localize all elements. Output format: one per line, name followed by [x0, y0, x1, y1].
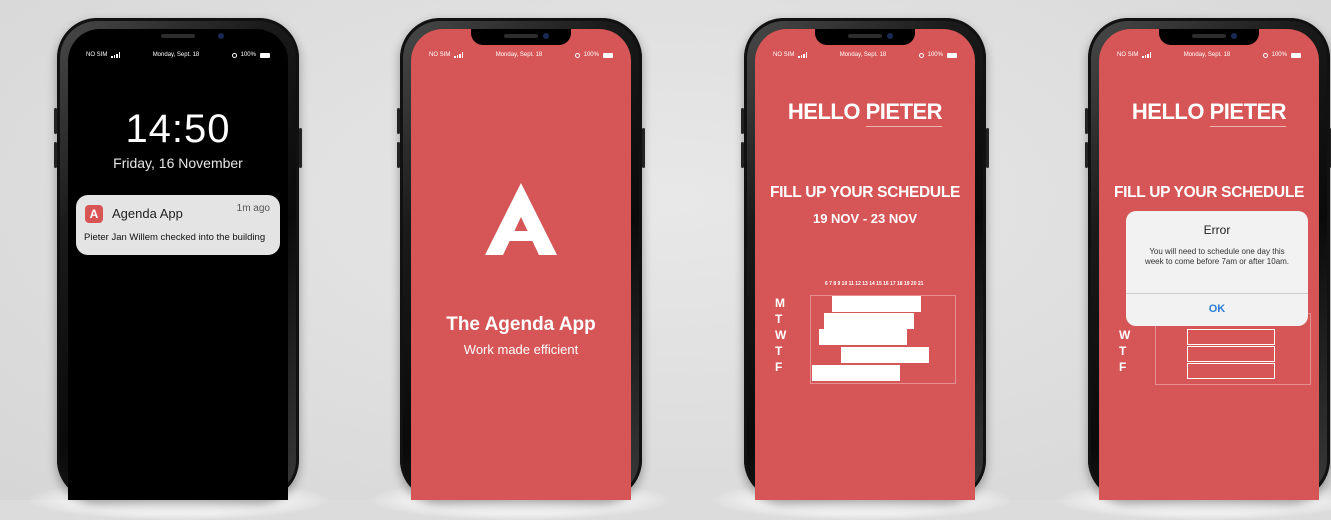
battery-label: 100%	[1271, 52, 1287, 58]
camera	[218, 33, 224, 39]
app-tagline: Work made efficient	[463, 342, 579, 357]
day-label-wednesday: W	[775, 328, 787, 342]
volume-button	[741, 108, 744, 134]
hour-axis: 6 7 8 9 10 11 12 13 14 15 16 17 18 19 20…	[825, 281, 924, 287]
schedule-row[interactable]	[1187, 329, 1275, 345]
status-date: Monday, Sept. 18	[839, 52, 887, 58]
signal-icon	[454, 52, 464, 58]
greeting: HELLO PIETER	[755, 99, 975, 127]
battery-icon	[259, 52, 270, 58]
day-label-friday: F	[1119, 360, 1127, 374]
status-bar: NO SIM Monday, Sept. 18 100%	[429, 52, 613, 58]
schedule-row[interactable]	[1187, 363, 1275, 379]
signal-icon	[1142, 52, 1152, 58]
power-button	[299, 128, 302, 168]
day-label-thursday: T	[775, 344, 783, 358]
notification-card[interactable]: A Agenda App 1m ago Pieter Jan Willem ch…	[76, 195, 280, 255]
power-button	[642, 128, 645, 168]
app-title: The Agenda App	[446, 314, 596, 335]
battery-icon	[946, 52, 957, 58]
speaker	[161, 34, 195, 38]
schedule-screen: NO SIM Monday, Sept. 18 100% HELLO PIETE…	[755, 29, 975, 500]
volume-button	[54, 108, 57, 134]
schedule-block-friday[interactable]	[812, 365, 900, 381]
greeting-hello: HELLO	[787, 99, 861, 124]
battery-icon	[602, 52, 613, 58]
day-label-monday: M	[775, 296, 785, 310]
greeting: HELLO PIETER	[1099, 99, 1319, 127]
greeting-name: PIETER	[865, 99, 943, 127]
day-label-wednesday: W	[1119, 328, 1131, 342]
status-bar: NO SIM Monday, Sept. 18 100%	[1117, 52, 1301, 58]
power-button	[986, 128, 989, 168]
speaker	[504, 34, 538, 38]
day-label-friday: F	[775, 360, 783, 374]
status-date: Monday, Sept. 18	[1183, 52, 1231, 58]
app-logo-icon	[485, 183, 557, 255]
camera	[887, 33, 893, 39]
volume-button	[54, 142, 57, 168]
alarm-icon	[1262, 52, 1268, 58]
carrier-label: NO SIM	[773, 52, 795, 58]
carrier-label: NO SIM	[86, 52, 108, 58]
day-label-tuesday: T	[775, 312, 783, 326]
greeting-hello: HELLO	[1131, 99, 1205, 124]
phone-mockup-splash: NO SIM Monday, Sept. 18 100% The Agenda …	[397, 18, 645, 500]
greeting-name: PIETER	[1209, 99, 1287, 127]
notification-app-name: Agenda App	[112, 206, 183, 221]
week-range: 19 NOV - 23 NOV	[812, 211, 918, 226]
phone-mockup-schedule: NO SIM Monday, Sept. 18 100% HELLO PIETE…	[741, 18, 989, 500]
volume-button	[397, 108, 400, 134]
lock-time: 14:50	[125, 107, 231, 151]
schedule-heading: FILL UP YOUR SCHEDULE	[1113, 184, 1305, 201]
speaker	[848, 34, 882, 38]
camera	[1231, 33, 1237, 39]
phone-mockup-error: NO SIM Monday, Sept. 18 100% HELLO PIETE…	[1085, 18, 1331, 500]
status-date: Monday, Sept. 18	[495, 52, 543, 58]
dialog-message: You will need to schedule one day this w…	[1144, 247, 1290, 266]
alarm-icon	[231, 52, 237, 58]
app-icon: A	[85, 205, 103, 223]
alarm-icon	[574, 52, 580, 58]
battery-icon	[1290, 52, 1301, 58]
day-label-thursday: T	[1119, 344, 1127, 358]
schedule-block-thursday[interactable]	[841, 347, 929, 363]
schedule-row[interactable]	[1187, 346, 1275, 362]
schedule-block-monday[interactable]	[832, 296, 921, 312]
schedule-block-wednesday[interactable]	[819, 329, 907, 345]
notification-message: Pieter Jan Willem checked into the build…	[84, 232, 266, 243]
lock-screen: NO SIM Monday, Sept. 18 100% 14:50 Frida…	[68, 29, 288, 500]
battery-label: 100%	[583, 52, 599, 58]
volume-button	[397, 142, 400, 168]
schedule-block-tuesday[interactable]	[824, 313, 914, 329]
ok-button[interactable]: OK	[1126, 303, 1308, 315]
notification-time: 1m ago	[236, 203, 270, 214]
status-bar: NO SIM Monday, Sept. 18 100%	[773, 52, 957, 58]
battery-label: 100%	[240, 52, 256, 58]
status-date: Monday, Sept. 18	[152, 52, 200, 58]
phone-mockup-lock-screen: NO SIM Monday, Sept. 18 100% 14:50 Frida…	[54, 18, 302, 500]
volume-button	[1085, 142, 1088, 168]
status-bar: NO SIM Monday, Sept. 18 100%	[86, 52, 270, 58]
schedule-heading: FILL UP YOUR SCHEDULE	[769, 184, 961, 201]
lock-date: Friday, 16 November	[113, 155, 243, 171]
volume-button	[1085, 108, 1088, 134]
alarm-icon	[918, 52, 924, 58]
camera	[543, 33, 549, 39]
carrier-label: NO SIM	[1117, 52, 1139, 58]
signal-icon	[111, 52, 121, 58]
speaker	[1192, 34, 1226, 38]
error-dialog: Error You will need to schedule one day …	[1126, 211, 1308, 326]
error-screen: NO SIM Monday, Sept. 18 100% HELLO PIETE…	[1099, 29, 1319, 500]
splash-screen: NO SIM Monday, Sept. 18 100% The Agenda …	[411, 29, 631, 500]
showcase-background: NO SIM Monday, Sept. 18 100% 14:50 Frida…	[0, 0, 1331, 520]
carrier-label: NO SIM	[429, 52, 451, 58]
volume-button	[741, 142, 744, 168]
dialog-divider	[1126, 293, 1308, 294]
signal-icon	[798, 52, 808, 58]
dialog-title: Error	[1203, 223, 1231, 237]
battery-label: 100%	[927, 52, 943, 58]
